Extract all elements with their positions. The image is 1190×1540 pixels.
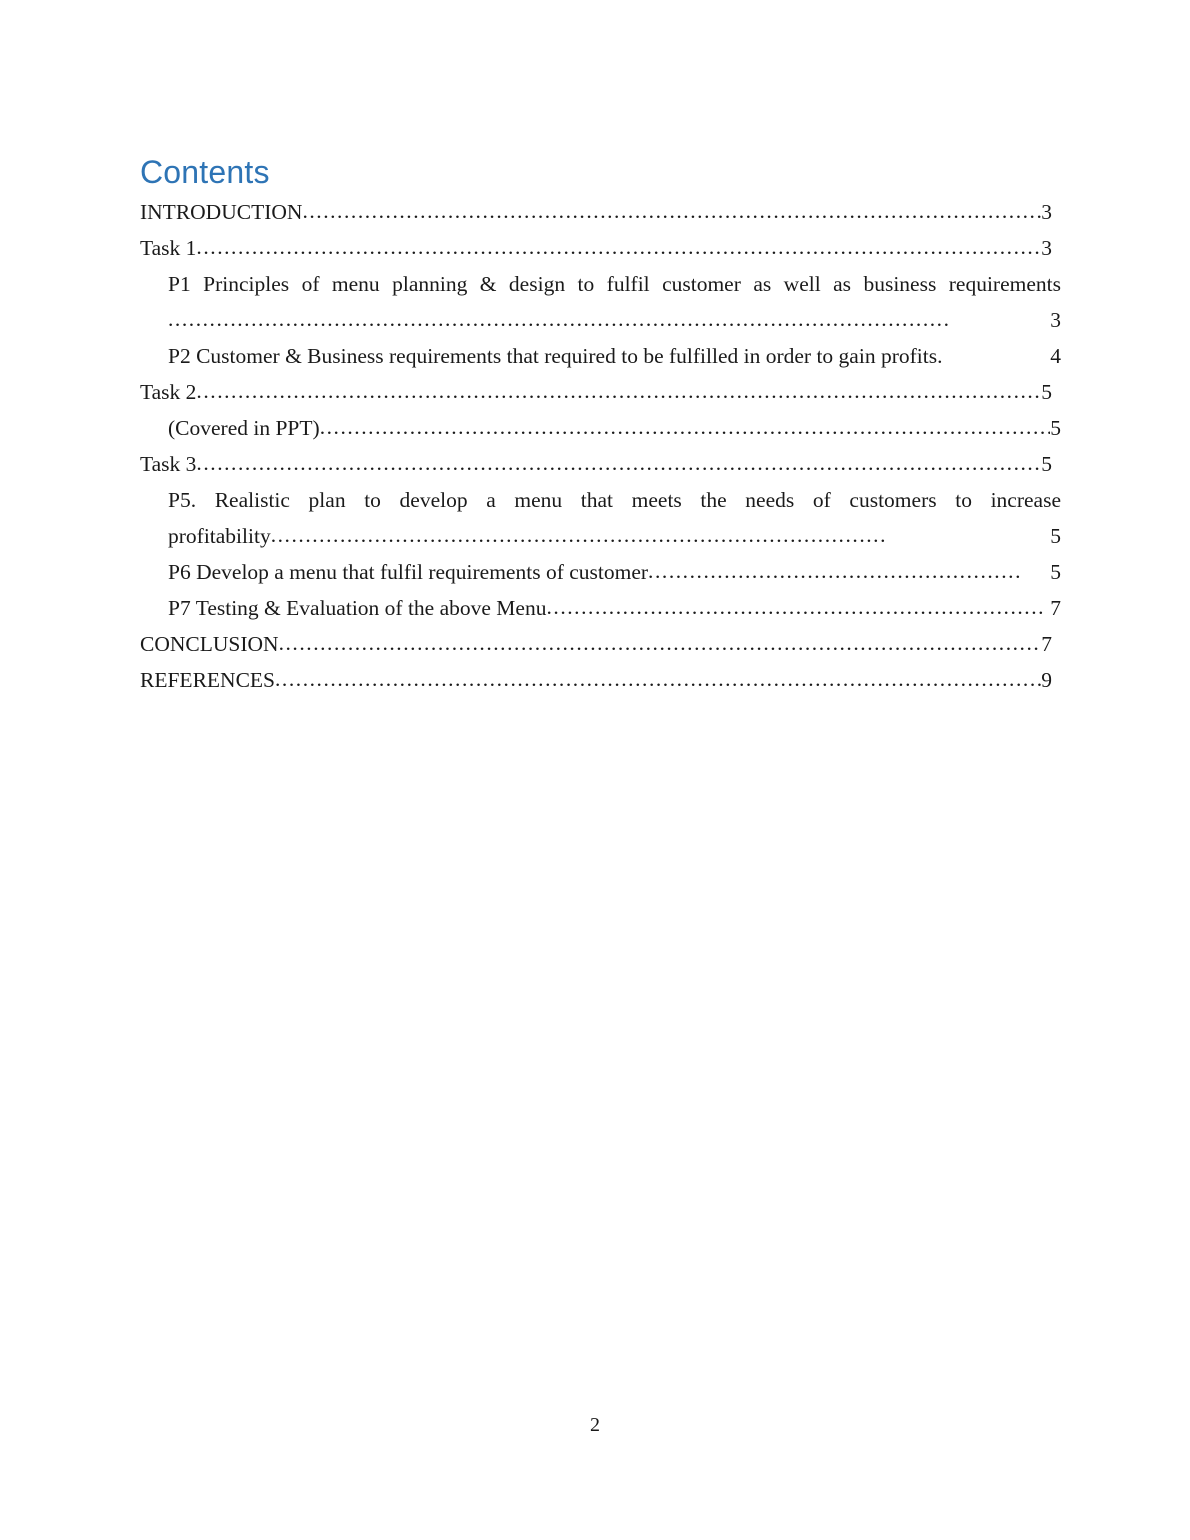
toc-page-number: 5 <box>1050 416 1061 440</box>
toc-entry[interactable]: P5. Realistic plan to develop a menu tha… <box>168 482 1061 554</box>
toc-entry-label: (Covered in PPT) <box>168 416 320 440</box>
toc-leader-dots: ........................................… <box>196 379 1042 403</box>
toc-entry[interactable]: Task 2..................................… <box>140 374 1052 410</box>
toc-entry[interactable]: P7 Testing & Evaluation of the above Men… <box>168 590 1061 626</box>
toc-page-number: 5 <box>1050 524 1061 548</box>
toc-entry-label: Task 2 <box>140 380 197 404</box>
toc-page-number: 7 <box>1050 596 1061 620</box>
toc-leader-dots: ........................................… <box>168 307 951 331</box>
toc-content-area: Contents INTRODUCTION...................… <box>140 152 1061 698</box>
toc-entry-label: P1 Principles of menu planning & design … <box>168 272 1061 296</box>
toc-entry-label-continued: profitability <box>168 524 271 548</box>
toc-entry-label: P2 Customer & Business requirements that… <box>168 344 943 368</box>
toc-page-number: 9 <box>1041 668 1052 692</box>
toc-entry[interactable]: (Covered in PPT)........................… <box>168 410 1061 446</box>
toc-leader-dots: ........................................… <box>546 595 1046 619</box>
toc-entry-label: CONCLUSION <box>140 632 279 656</box>
toc-entry[interactable]: Task 3..................................… <box>140 446 1052 482</box>
toc-page-number: 5 <box>1041 380 1052 404</box>
toc-page-number: 3 <box>1050 308 1061 332</box>
toc-entry-label: INTRODUCTION <box>140 200 303 224</box>
toc-entry[interactable]: P6 Develop a menu that fulfil requiremen… <box>168 554 1061 590</box>
footer-page-number: 2 <box>590 1414 600 1436</box>
page-title: Contents <box>140 154 270 190</box>
toc-leader-dots: ........................................… <box>270 523 888 547</box>
toc-leader-dots: ........................................… <box>302 199 1041 223</box>
toc-entry-label: REFERENCES <box>140 668 275 692</box>
toc-entry[interactable]: P2 Customer & Business requirements that… <box>168 338 1061 374</box>
toc-entry-label: P6 Develop a menu that fulfil requiremen… <box>168 560 649 584</box>
toc-entry-label: Task 3 <box>140 452 197 476</box>
toc-entry-label: P5. Realistic plan to develop a menu tha… <box>168 488 1061 512</box>
toc-entry[interactable]: Task 1..................................… <box>140 230 1052 266</box>
toc-entry[interactable]: P1 Principles of menu planning & design … <box>168 266 1061 338</box>
toc-leader-dots: ........................................… <box>278 631 1042 655</box>
toc-entry[interactable]: CONCLUSION..............................… <box>140 626 1052 662</box>
toc-page-number: 3 <box>1041 200 1052 224</box>
toc-page-number: 3 <box>1041 236 1052 260</box>
toc-list: INTRODUCTION............................… <box>140 194 1061 698</box>
toc-page-number: 4 <box>1050 344 1061 368</box>
toc-entry[interactable]: REFERENCES..............................… <box>140 662 1052 698</box>
toc-page-number: 5 <box>1041 452 1052 476</box>
toc-page-number: 5 <box>1050 560 1061 584</box>
toc-leader-dots: ........................................… <box>319 415 1051 439</box>
document-page: Contents INTRODUCTION...................… <box>0 0 1190 1540</box>
toc-entry-label: P7 Testing & Evaluation of the above Men… <box>168 596 547 620</box>
toc-leader-dots: ........................................… <box>196 235 1042 259</box>
toc-page-number: 7 <box>1041 632 1052 656</box>
toc-entry-label: Task 1 <box>140 236 197 260</box>
toc-leader-dots: ........................................… <box>648 559 1022 583</box>
toc-leader-dots: ........................................… <box>275 667 1041 691</box>
toc-leader-dots: ........................................… <box>196 451 1042 475</box>
toc-entry[interactable]: INTRODUCTION............................… <box>140 194 1052 230</box>
